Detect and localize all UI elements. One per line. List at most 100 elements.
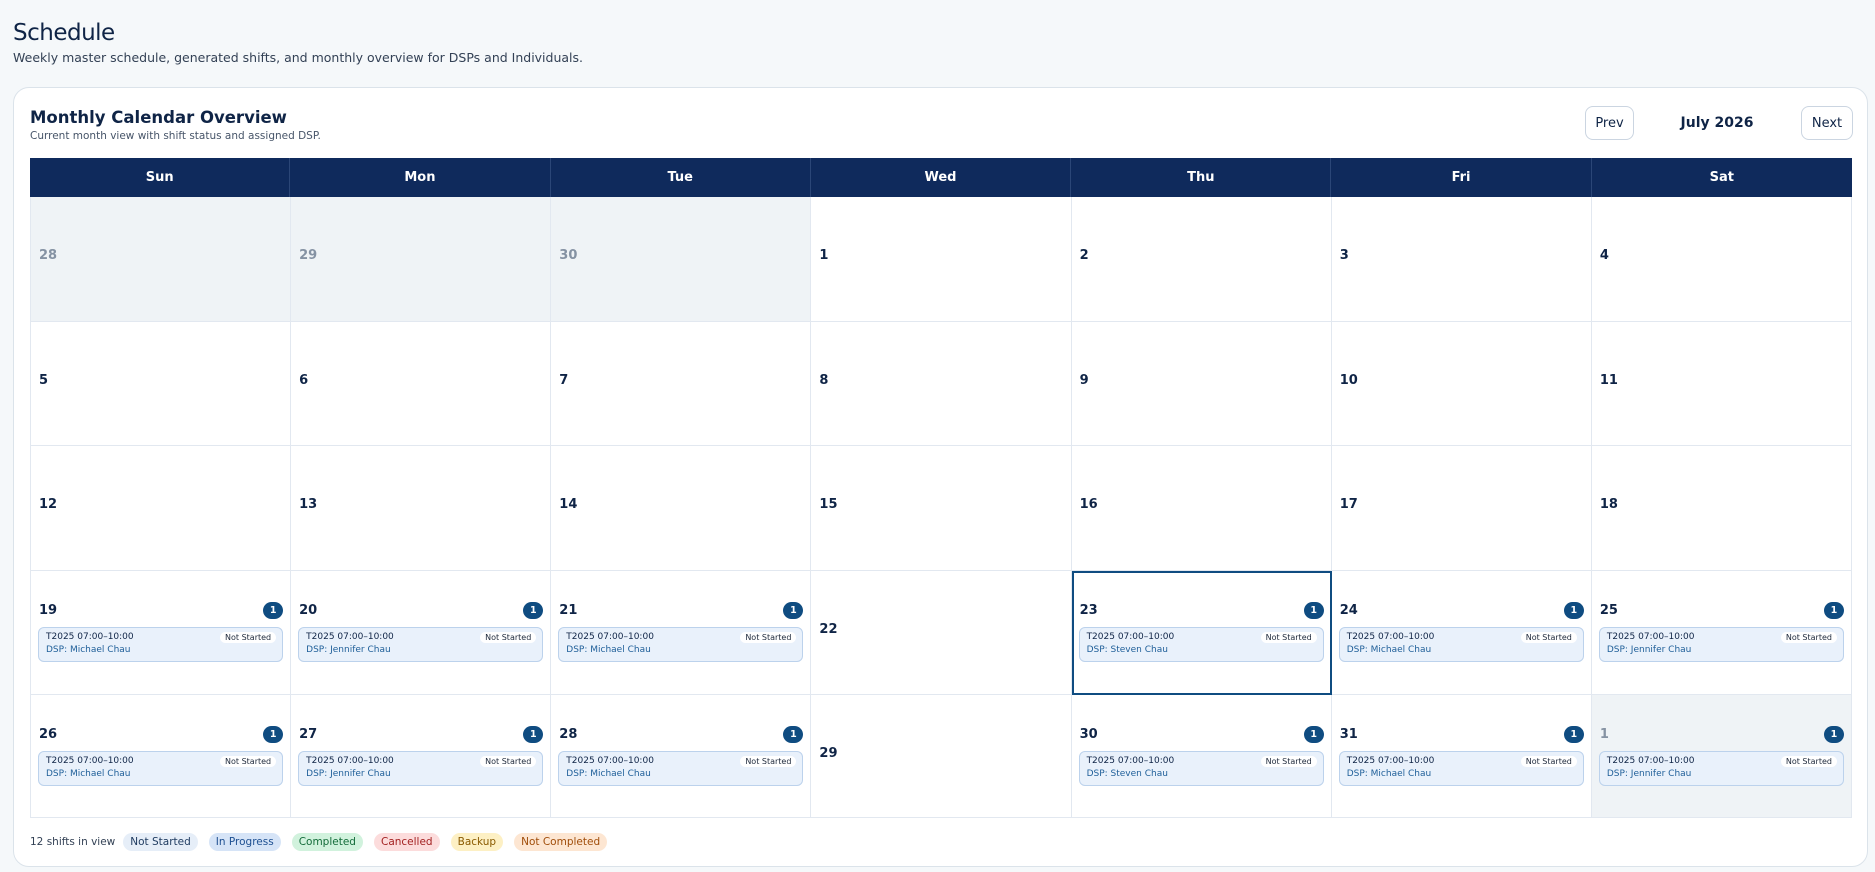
weekday-sun: Sun <box>30 158 291 197</box>
calendar-day-cell[interactable]: 2 <box>1071 197 1332 322</box>
legend-not-started: Not Started <box>123 833 198 851</box>
page-header: Schedule Weekly master schedule, generat… <box>13 20 583 65</box>
day-number: 16 <box>1079 497 1098 512</box>
next-month-button[interactable]: Next <box>1801 106 1853 140</box>
calendar-day-cell[interactable]: 24 1 T2025 07:00–10:00 Not Started DSP: Mich… <box>1331 570 1592 695</box>
day-number: 1 <box>1599 727 1609 742</box>
calendar-day-cell[interactable]: 21 1 T2025 07:00–10:00 Not Started DSP: Mich… <box>551 570 812 695</box>
calendar-day-cell[interactable]: 1 <box>811 197 1072 322</box>
shift-count-badge: 1 <box>263 726 284 743</box>
card-subtitle: Current month view with shift status and… <box>30 130 321 142</box>
calendar-day-cell[interactable]: 7 <box>551 321 812 446</box>
calendar-day-cell[interactable]: 25 1 T2025 07:00–10:00 Not Started DSP: Jenn… <box>1591 570 1852 695</box>
shift-card[interactable]: T2025 07:00–10:00 Not Started DSP: Jennife… <box>298 626 544 662</box>
day-number: 30 <box>559 248 578 263</box>
status-legend: 12 shifts in view Not Started In Progres… <box>30 831 618 853</box>
shift-card[interactable]: T2025 07:00–10:00 Not Started DSP: Michael… <box>38 751 284 786</box>
shift-count-badge: 1 <box>523 601 544 619</box>
calendar-day-cell[interactable]: 30 <box>551 197 812 322</box>
shift-status-badge: Not Started <box>220 756 277 767</box>
shift-count-badge: 1 <box>1563 601 1584 619</box>
calendar-day-cell[interactable]: 4 <box>1591 197 1852 322</box>
calendar-day-cell[interactable]: 9 <box>1071 321 1332 446</box>
day-number: 6 <box>299 372 309 388</box>
shift-card[interactable]: T2025 07:00–10:00 Not Started DSP: Michael… <box>1338 751 1584 786</box>
calendar-day-cell[interactable]: 17 <box>1331 446 1592 571</box>
current-month-label: July 2026 <box>1680 115 1754 131</box>
calendar-day-cell[interactable]: 8 <box>811 321 1072 446</box>
calendar-day-cell[interactable]: 11 <box>1591 321 1852 446</box>
shift-status-badge: Not Started <box>1260 631 1317 643</box>
calendar-day-cell[interactable]: 10 <box>1331 321 1592 446</box>
day-number: 1 <box>819 248 829 263</box>
day-number: 29 <box>299 248 318 263</box>
shift-count-badge: 1 <box>783 601 804 619</box>
monthly-calendar-card: Monthly Calendar Overview Current month … <box>13 87 1868 867</box>
calendar-day-cell[interactable]: 13 <box>291 446 552 571</box>
calendar-day-cell[interactable]: 29 <box>811 695 1072 817</box>
calendar-day-cell[interactable]: 19 1 T2025 07:00–10:00 Not Started DSP: Mich… <box>31 570 292 695</box>
calendar-day-cell[interactable]: 20 1 T2025 07:00–10:00 Not Started DSP: Jenn… <box>291 570 552 695</box>
shift-dsp-name: DSP: Michael Chau <box>566 769 651 779</box>
calendar-day-cell[interactable]: 15 <box>811 446 1072 571</box>
day-number: 17 <box>1339 497 1358 512</box>
day-number: 23 <box>1079 602 1098 618</box>
shift-card[interactable]: T2025 07:00–10:00 Not Started DSP: Jennife… <box>1598 626 1844 662</box>
day-number: 20 <box>299 602 318 618</box>
page-subtitle: Weekly master schedule, generated shifts… <box>13 50 584 65</box>
shift-status-badge: Not Started <box>1780 756 1837 767</box>
day-number: 27 <box>299 727 318 742</box>
shift-card[interactable]: T2025 07:00–10:00 Not Started DSP: Jennife… <box>1598 751 1844 786</box>
legend-completed: Completed <box>291 833 363 851</box>
shift-dsp-name: DSP: Michael Chau <box>1346 644 1432 655</box>
day-number: 18 <box>1599 497 1618 512</box>
day-number: 3 <box>1339 248 1349 263</box>
shift-status-badge: Not Started <box>1520 756 1577 767</box>
shift-card[interactable]: T2025 07:00–10:00 Not Started DSP: Steven … <box>1078 626 1324 662</box>
shift-dsp-name: DSP: Michael Chau <box>1346 769 1432 779</box>
calendar-day-cell[interactable]: 3 <box>1331 197 1592 322</box>
day-number: 21 <box>559 602 578 618</box>
shift-card[interactable]: T2025 07:00–10:00 Not Started DSP: Michael… <box>38 626 284 662</box>
day-number: 9 <box>1079 372 1089 388</box>
calendar-day-cell[interactable]: 22 <box>811 570 1072 695</box>
weekday-thu: Thu <box>1071 158 1332 197</box>
shift-status-badge: Not Started <box>1520 631 1577 643</box>
shift-count-text: 12 shifts in view <box>30 836 116 848</box>
weekday-tue: Tue <box>551 158 811 197</box>
shift-status-badge: Not Started <box>740 631 797 643</box>
calendar-day-cell[interactable]: 28 1 T2025 07:00–10:00 Not Started DSP: Mich… <box>551 695 812 817</box>
calendar-day-cell[interactable]: 5 <box>31 321 292 446</box>
shift-dsp-name: DSP: Jennifer Chau <box>1606 644 1692 655</box>
calendar-day-cell[interactable]: 28 <box>31 197 292 322</box>
shift-card[interactable]: T2025 07:00–10:00 Not Started DSP: Michael… <box>558 626 804 662</box>
calendar-day-cell[interactable]: 29 <box>291 197 552 322</box>
shift-dsp-name: DSP: Michael Chau <box>566 644 651 655</box>
calendar-day-cell[interactable]: 30 1 T2025 07:00–10:00 Not Started DSP: Stev… <box>1071 695 1332 817</box>
shift-card[interactable]: T2025 07:00–10:00 Not Started DSP: Michael… <box>1338 626 1584 662</box>
shift-count-badge: 1 <box>523 726 544 743</box>
calendar-day-cell[interactable]: 1 1 T2025 07:00–10:00 Not Started DSP: Jenni… <box>1591 695 1852 817</box>
shift-card[interactable]: T2025 07:00–10:00 Not Started DSP: Jennife… <box>298 751 544 786</box>
calendar-day-cell[interactable]: 18 <box>1591 446 1852 571</box>
shift-status-badge: Not Started <box>480 631 537 643</box>
calendar-day-cell[interactable]: 12 <box>31 446 292 571</box>
shift-status-badge: Not Started <box>1260 756 1317 767</box>
week-row: 26 1 T2025 07:00–10:00 Not Started DSP: Mich… <box>31 695 1852 817</box>
shift-card[interactable]: T2025 07:00–10:00 Not Started DSP: Michael… <box>558 751 804 786</box>
calendar-day-cell[interactable]: 26 1 T2025 07:00–10:00 Not Started DSP: Mich… <box>31 695 292 817</box>
calendar-day-cell[interactable]: 23 1 T2025 07:00–10:00 Not Started DSP: Stev… <box>1071 570 1332 695</box>
shift-dsp-name: DSP: Michael Chau <box>46 644 131 655</box>
week-row: 5 6 7 8 9 10 11 <box>31 321 1852 446</box>
calendar-day-cell[interactable]: 27 1 T2025 07:00–10:00 Not Started DSP: Jenn… <box>291 695 552 817</box>
day-number: 19 <box>39 602 58 618</box>
weekday-fri: Fri <box>1331 158 1592 197</box>
calendar-day-cell[interactable]: 16 <box>1071 446 1332 571</box>
shift-card[interactable]: T2025 07:00–10:00 Not Started DSP: Steven … <box>1078 751 1324 786</box>
weekday-header-row: Sun Mon Tue Wed Thu Fri Sat <box>30 158 1852 197</box>
prev-month-button[interactable]: Prev <box>1585 106 1634 140</box>
day-number: 30 <box>1079 727 1098 742</box>
calendar-day-cell[interactable]: 14 <box>551 446 812 571</box>
calendar-day-cell[interactable]: 31 1 T2025 07:00–10:00 Not Started DSP: Mich… <box>1331 695 1592 817</box>
calendar-day-cell[interactable]: 6 <box>291 321 552 446</box>
